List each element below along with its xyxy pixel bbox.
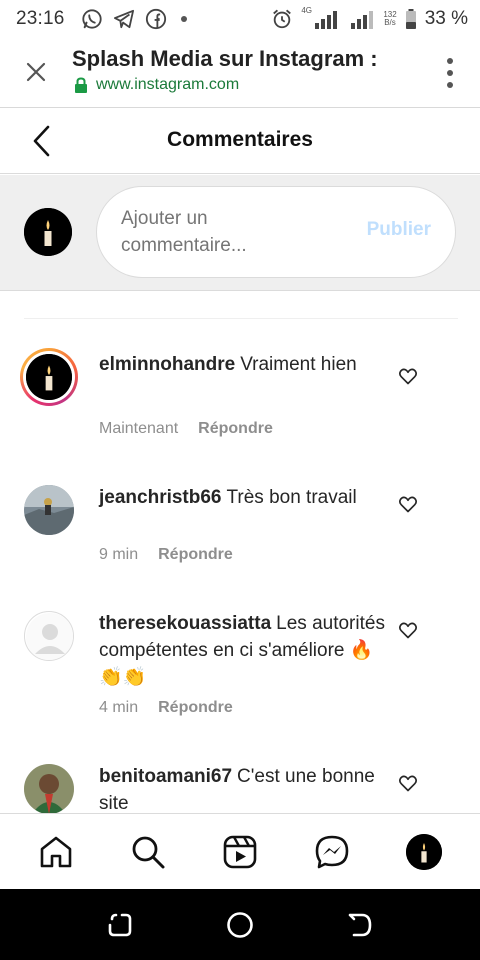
battery-percent: 33 % xyxy=(424,8,468,29)
comment-username[interactable]: benitoamani67 xyxy=(99,766,232,787)
battery-icon xyxy=(405,9,416,29)
comment-time: Maintenant xyxy=(99,420,179,437)
system-nav-bar xyxy=(0,889,480,960)
nav-reels[interactable] xyxy=(220,832,260,872)
heart-icon[interactable] xyxy=(398,366,418,386)
telegram-icon xyxy=(113,9,134,29)
comment-composer: Publier xyxy=(0,175,480,291)
comment-meta: 4 min Répondre xyxy=(99,699,233,717)
back-button-icon[interactable] xyxy=(346,911,374,939)
current-user-avatar xyxy=(24,208,72,256)
heart-icon[interactable] xyxy=(398,773,418,793)
comment-avatar[interactable] xyxy=(20,348,78,406)
divider xyxy=(24,318,458,319)
comment-content: Très bon travail xyxy=(226,487,357,508)
comment-content: Vraiment hien xyxy=(240,354,357,375)
comment-username[interactable]: jeanchristb66 xyxy=(99,487,222,508)
comment-username[interactable]: elminnohandre xyxy=(99,354,235,375)
comment-input-box[interactable]: Publier xyxy=(96,186,456,278)
messenger-icon xyxy=(315,835,349,869)
heart-icon[interactable] xyxy=(398,620,418,640)
nav-search[interactable] xyxy=(128,832,168,872)
status-bar: 23:16 4G 132 B/s 33 % xyxy=(0,0,480,38)
comment-username[interactable]: theresekouassiatta xyxy=(99,613,271,634)
tab-title: Splash Media sur Instagram : xyxy=(72,46,378,71)
nav-messenger[interactable] xyxy=(312,832,352,872)
comments-list[interactable]: elminnohandre Vraiment hien Maintenant Ré… xyxy=(0,291,480,813)
lock-icon xyxy=(75,77,87,93)
nav-profile[interactable] xyxy=(404,832,444,872)
search-icon xyxy=(132,836,165,869)
comment-text: benitoamani67 C'est une bonne site xyxy=(99,763,389,813)
comment-avatar[interactable] xyxy=(20,760,78,813)
comment-time: 4 min xyxy=(99,699,139,716)
close-icon[interactable] xyxy=(24,60,48,84)
comment-avatar[interactable] xyxy=(20,607,78,665)
reply-button[interactable]: Répondre xyxy=(158,699,233,717)
whatsapp-icon xyxy=(81,9,102,29)
reels-icon xyxy=(223,835,257,869)
comment-avatar[interactable] xyxy=(20,481,78,539)
comment-text: elminnohandre Vraiment hien xyxy=(99,351,389,378)
cell-signal-2-icon xyxy=(351,11,374,29)
reply-button[interactable]: Répondre xyxy=(198,420,273,438)
overflow-menu-icon[interactable] xyxy=(446,58,454,88)
net-speed: 132 B/s xyxy=(383,10,397,27)
status-left: 23:16 xyxy=(16,8,187,30)
comment-meta: Maintenant Répondre xyxy=(99,420,273,438)
candle-icon xyxy=(24,208,72,256)
status-right: 4G 132 B/s 33 % xyxy=(271,6,468,30)
home-icon xyxy=(40,836,72,868)
nav-home[interactable] xyxy=(36,832,76,872)
browser-tab-header: Splash Media sur Instagram : www.instagr… xyxy=(0,38,480,108)
comment-meta: 9 min Répondre xyxy=(99,546,233,564)
heart-icon[interactable] xyxy=(398,494,418,514)
page-title: Commentaires xyxy=(167,128,313,151)
candle-icon xyxy=(26,354,72,400)
tab-url-row: www.instagram.com xyxy=(74,76,239,94)
notification-dot xyxy=(180,16,187,22)
comment-text: theresekouassiatta Les autorités compéten… xyxy=(99,610,389,691)
home-button-icon[interactable] xyxy=(226,911,254,939)
alarm-icon xyxy=(273,9,292,29)
candle-icon xyxy=(406,834,442,870)
publish-button[interactable]: Publier xyxy=(367,219,431,241)
recents-icon[interactable] xyxy=(106,911,134,939)
facebook-icon xyxy=(145,8,166,30)
default-avatar-icon xyxy=(26,613,73,660)
comment-input[interactable] xyxy=(121,205,321,263)
status-time: 23:16 xyxy=(16,8,65,29)
landscape-photo-icon xyxy=(24,485,74,535)
cell-signal-icon: 4G xyxy=(301,6,341,30)
profile-avatar xyxy=(406,834,442,870)
bottom-nav xyxy=(0,813,480,889)
tab-url: www.instagram.com xyxy=(96,76,240,93)
page-header: Commentaires xyxy=(0,108,480,174)
reply-button[interactable]: Répondre xyxy=(158,546,233,564)
portrait-photo-icon xyxy=(24,764,74,813)
comment-text: jeanchristb66 Très bon travail xyxy=(99,484,389,511)
comment-time: 9 min xyxy=(99,546,139,563)
